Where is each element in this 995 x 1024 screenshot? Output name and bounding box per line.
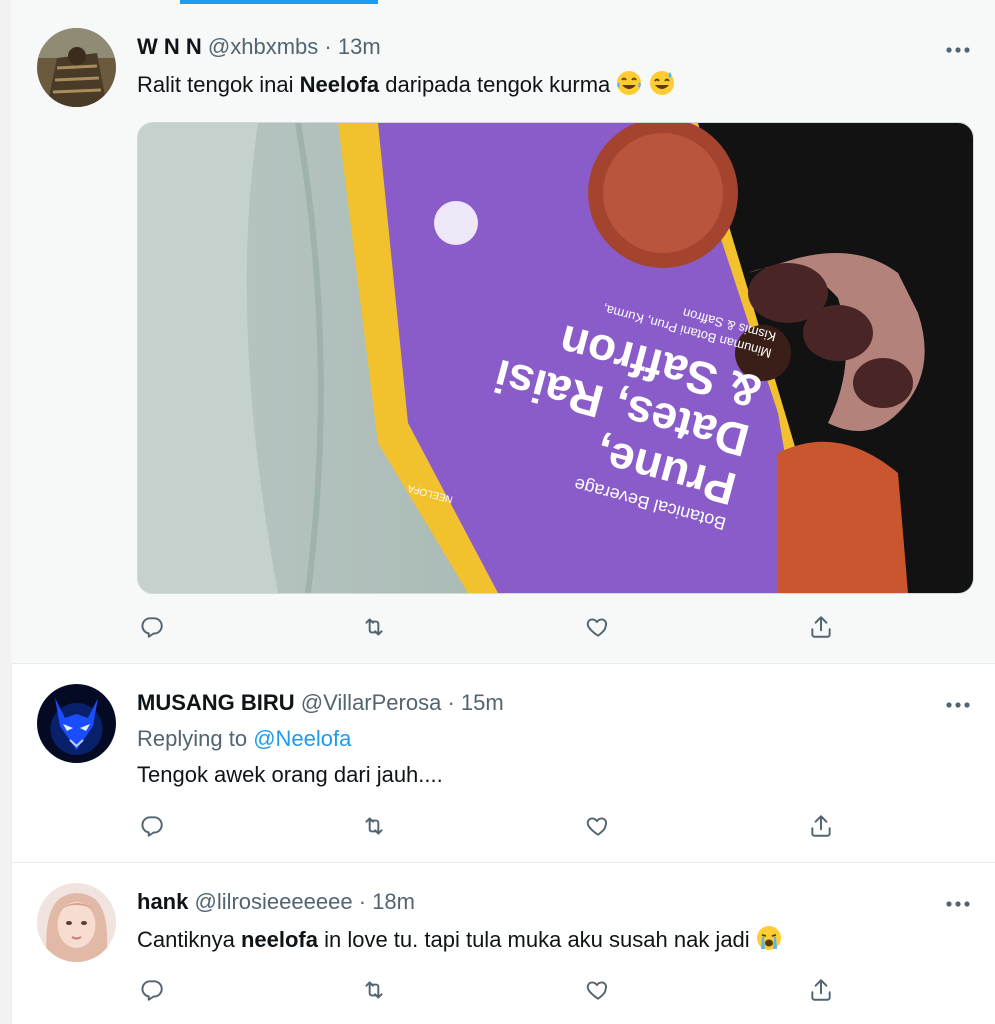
text-part: Ralit tengok inai xyxy=(137,72,300,97)
retweet-icon[interactable] xyxy=(359,612,389,642)
text-bold: Neelofa xyxy=(299,72,380,97)
author-name[interactable]: MUSANG BIRU xyxy=(137,690,295,715)
like-icon[interactable] xyxy=(583,612,613,642)
tweet-text: Ralit tengok inai Neelofa daripada tengo… xyxy=(137,70,675,102)
timestamp[interactable]: 13m xyxy=(338,34,381,59)
text-part: Cantiknya xyxy=(137,927,241,952)
timestamp[interactable]: 18m xyxy=(372,889,415,914)
tweet-header: hank @lilrosieeeeeee · 18m xyxy=(137,889,415,915)
action-bar xyxy=(137,975,837,1005)
timestamp[interactable]: 15m xyxy=(461,690,504,715)
reply-icon[interactable] xyxy=(137,975,167,1005)
share-icon[interactable] xyxy=(806,811,836,841)
action-bar xyxy=(137,811,837,841)
tweet-musang-biru[interactable]: MUSANG BIRU @VillarPerosa · 15m Replying… xyxy=(11,664,995,863)
retweet-icon[interactable] xyxy=(359,811,389,841)
avatar[interactable] xyxy=(37,684,116,763)
separator: · xyxy=(324,34,332,59)
avatar[interactable] xyxy=(37,28,116,107)
author-handle[interactable]: @lilrosieeeeeee xyxy=(194,889,352,914)
reply-icon[interactable] xyxy=(137,612,167,642)
author-handle[interactable]: @VillarPerosa xyxy=(301,690,442,715)
tweet-hank[interactable]: hank @lilrosieeeeeee · 18m Cantiknya nee… xyxy=(11,863,995,1024)
author-name[interactable]: W N N xyxy=(137,34,202,59)
text-bold: neelofa xyxy=(240,927,318,952)
replying-label: Replying to xyxy=(137,726,254,751)
retweet-icon[interactable] xyxy=(359,975,389,1005)
author-handle[interactable]: @xhbxmbs xyxy=(208,34,318,59)
sweat-smile-emoji xyxy=(649,70,675,102)
text-part: in love tu. tapi tula muka aku susah nak… xyxy=(317,927,750,952)
tears-of-joy-emoji xyxy=(616,70,642,102)
tweet-header: W N N @xhbxmbs · 13m xyxy=(137,34,381,60)
mention-link[interactable]: @Neelofa xyxy=(253,726,351,751)
tweet-media-image[interactable]: Botanical Beverage Prune, Dates, Raisi &… xyxy=(137,122,974,594)
more-icon[interactable] xyxy=(943,40,973,60)
loudly-crying-emoji xyxy=(756,925,782,957)
author-name[interactable]: hank xyxy=(137,889,188,914)
action-bar xyxy=(137,612,837,642)
separator: · xyxy=(447,690,455,715)
replying-to: Replying to @Neelofa xyxy=(137,726,351,752)
more-icon[interactable] xyxy=(943,894,973,914)
like-icon[interactable] xyxy=(583,811,613,841)
text-part: daripada tengok kurma xyxy=(379,72,611,97)
like-icon[interactable] xyxy=(583,975,613,1005)
tweet-header: MUSANG BIRU @VillarPerosa · 15m xyxy=(137,690,504,716)
tweet-text: Cantiknya neelofa in love tu. tapi tula … xyxy=(137,925,782,957)
avatar[interactable] xyxy=(37,883,116,962)
tweet-wnn[interactable]: W N N @xhbxmbs · 13m Ralit tengok inai N… xyxy=(11,4,995,664)
share-icon[interactable] xyxy=(806,975,836,1005)
separator: · xyxy=(358,889,367,914)
share-icon[interactable] xyxy=(806,612,836,642)
reply-icon[interactable] xyxy=(137,811,167,841)
more-icon[interactable] xyxy=(943,695,973,715)
tweet-text: Tengok awek orang dari jauh.... xyxy=(137,762,443,787)
